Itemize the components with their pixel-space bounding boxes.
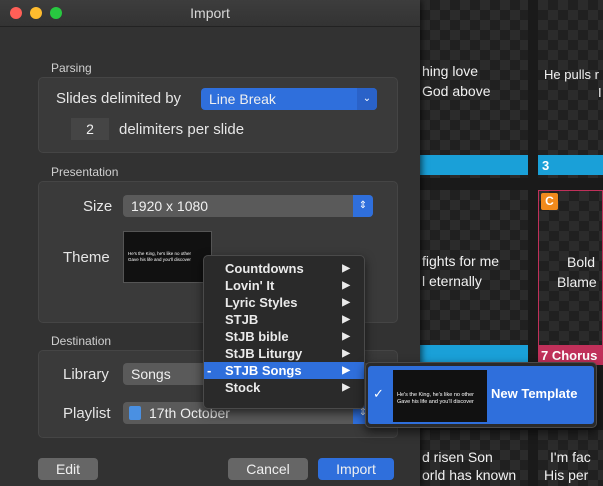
submenu-arrow-icon: ▶ — [342, 331, 350, 342]
delimiter-popup[interactable]: Line Break ⌄ — [201, 88, 377, 110]
submenu-arrow-icon: ▶ — [342, 297, 350, 308]
slide-text: hing love — [422, 63, 479, 79]
slide-text: I — [598, 85, 602, 100]
menu-item-stjb-liturgy[interactable]: StJB Liturgy ▶ — [204, 345, 364, 362]
theme-preview-text: Gave his life and you'll discover — [128, 257, 191, 262]
slide-text: orld has known — [422, 467, 517, 483]
menu-item-label: StJB Liturgy — [225, 346, 303, 361]
submenu-arrow-icon: ▶ — [342, 280, 350, 291]
menu-item-label: StJB bible — [225, 329, 289, 344]
delimiter-count-field[interactable]: 2 — [71, 118, 109, 140]
menu-item-mark: - — [207, 363, 212, 378]
destination-section-label: Destination — [51, 334, 112, 348]
submenu-arrow-icon: ▶ — [342, 365, 350, 376]
slide-thumbnail[interactable]: hing love God above — [420, 0, 528, 178]
library-value: Songs — [131, 366, 171, 382]
submenu-arrow-icon: ▶ — [342, 263, 350, 274]
slide-text: fights for me — [422, 253, 500, 269]
menu-item-countdowns[interactable]: Countdowns ▶ — [204, 260, 364, 277]
delimiters-per-slide-label: delimiters per slide — [119, 121, 245, 138]
import-button[interactable]: Import — [318, 458, 394, 480]
parsing-group: Slides delimited by Line Break ⌄ 2 delim… — [38, 77, 398, 153]
window-title: Import — [190, 5, 230, 21]
menu-item-lovin-it[interactable]: Lovin' It ▶ — [204, 277, 364, 294]
size-popup[interactable]: 1920 x 1080 ⇕ — [123, 195, 373, 217]
theme-menu: Countdowns ▶ Lovin' It ▶ Lyric Styles ▶ … — [203, 255, 365, 409]
menu-item-label: Lovin' It — [225, 278, 275, 293]
slide-thumbnail[interactable]: C Bold Blame — [538, 190, 603, 350]
delimiter-value: Line Break — [209, 91, 276, 107]
title-bar[interactable]: Import — [0, 0, 420, 27]
slide-color-bar — [420, 155, 528, 175]
playlist-label: Playlist — [63, 405, 111, 422]
theme-preview-button[interactable]: He's the King, he's like no other Gave h… — [123, 231, 212, 283]
template-preview-text: Gave his life and you'll discover — [397, 399, 474, 405]
template-preview-text: He's the King, he's like no other — [397, 392, 475, 398]
playlist-icon — [129, 406, 141, 420]
menu-item-stjb-bible[interactable]: StJB bible ▶ — [204, 328, 364, 345]
slide-text: He pulls r — [544, 67, 599, 82]
slide-text: God above — [422, 83, 491, 99]
submenu-arrow-icon: ▶ — [342, 382, 350, 393]
slides-delimited-label: Slides delimited by — [56, 90, 182, 107]
slide-text: l eternally — [422, 273, 482, 289]
slide-thumbnail[interactable]: d risen Son orld has known — [420, 430, 528, 486]
parsing-section-label: Parsing — [51, 61, 92, 75]
chevron-updown-icon: ⇕ — [353, 195, 373, 217]
submenu-arrow-icon: ▶ — [342, 314, 350, 325]
theme-label: Theme — [63, 249, 110, 266]
menu-item-stjb-songs[interactable]: - STJB Songs ▶ — [204, 362, 364, 379]
menu-item-label: Countdowns — [225, 261, 304, 276]
template-name: New Template — [491, 386, 578, 401]
slide-text: His per — [544, 467, 589, 483]
slide-number: 3 — [542, 158, 550, 173]
library-label: Library — [63, 366, 109, 383]
menu-item-label: STJB Songs — [225, 363, 302, 378]
slide-text: d risen Son — [422, 449, 493, 465]
slide-thumbnail[interactable]: I'm fac His per — [538, 430, 603, 486]
slide-thumbnail[interactable]: fights for me l eternally — [420, 190, 528, 350]
checkmark-icon: ✓ — [373, 386, 384, 401]
slide-text: I'm fac — [550, 449, 591, 465]
submenu-arrow-icon: ▶ — [342, 348, 350, 359]
presentation-section-label: Presentation — [51, 165, 119, 179]
slide-group-label: 7 Chorus — [541, 348, 598, 363]
menu-item-label: STJB — [225, 312, 259, 327]
menu-item-lyric-styles[interactable]: Lyric Styles ▶ — [204, 294, 364, 311]
import-dialog: Import Parsing Slides delimited by Line … — [0, 0, 420, 486]
size-label: Size — [83, 198, 113, 215]
menu-item-label: Lyric Styles — [225, 295, 298, 310]
slide-badge: C — [541, 193, 558, 210]
edit-button[interactable]: Edit — [38, 458, 98, 480]
chevron-down-icon: ⌄ — [357, 88, 377, 110]
slide-text: Blame — [557, 274, 597, 290]
cancel-button[interactable]: Cancel — [228, 458, 308, 480]
size-value: 1920 x 1080 — [131, 198, 209, 214]
template-preview: He's the King, he's like no other Gave h… — [393, 370, 487, 422]
template-item-new-template[interactable]: ✓ He's the King, he's like no other Gave… — [368, 366, 594, 424]
template-submenu: ✓ He's the King, he's like no other Gave… — [365, 362, 597, 428]
menu-item-label: Stock — [225, 380, 261, 395]
menu-item-stjb[interactable]: STJB ▶ — [204, 311, 364, 328]
menu-item-stock[interactable]: Stock ▶ — [204, 379, 364, 396]
slide-text: Bold — [567, 254, 596, 270]
slide-thumbnail[interactable]: He pulls r I — [538, 0, 603, 178]
